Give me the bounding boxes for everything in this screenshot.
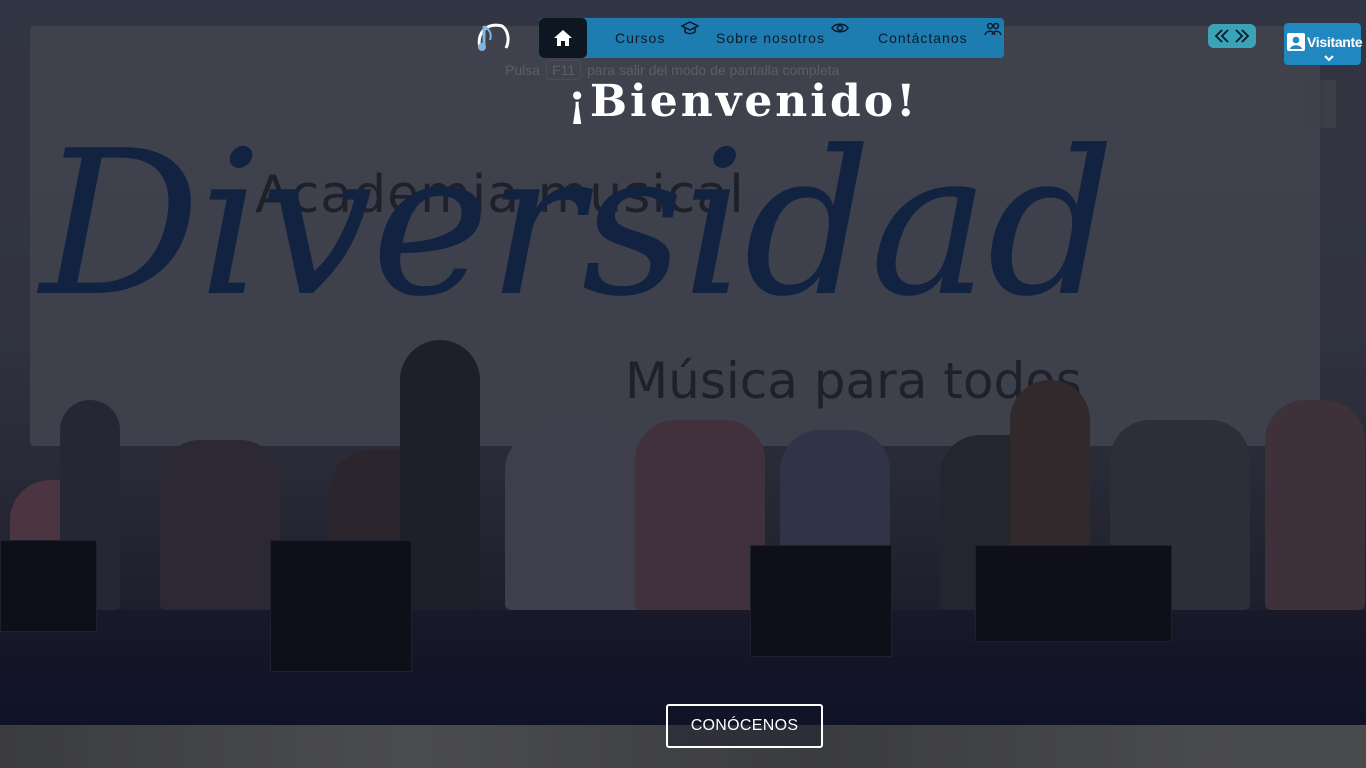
nav-item-contactanos[interactable]: Contáctanos: [878, 18, 968, 58]
user-menu-panel: [1290, 80, 1336, 128]
conocenos-button[interactable]: CONÓCENOS: [666, 704, 823, 748]
nav-item-label: Cursos: [615, 30, 666, 46]
users-icon: [984, 21, 1002, 42]
nav-item-label: Sobre nosotros: [716, 30, 825, 46]
nav-item-sobre-nosotros[interactable]: Sobre nosotros: [716, 18, 825, 58]
nav-home-button[interactable]: [539, 18, 587, 58]
user-menu-button[interactable]: Visitante: [1284, 23, 1363, 65]
graduation-cap-icon: [680, 21, 700, 40]
user-icon: [1287, 33, 1305, 51]
nav-item-cursos[interactable]: Cursos: [615, 18, 665, 58]
site-logo[interactable]: [472, 18, 512, 58]
nav-item-label: Contáctanos: [878, 30, 968, 46]
eye-icon: [831, 21, 849, 40]
user-menu-label: Visitante: [1307, 34, 1363, 50]
music-note-logo-icon: [477, 23, 510, 51]
home-icon: [554, 30, 572, 46]
double-chevron-icon: [1214, 29, 1250, 43]
main-nav: Cursos Sobre nosotros Contáctanos: [539, 18, 1004, 58]
collapse-toggle-button[interactable]: [1208, 24, 1256, 48]
chevron-down-icon: [1324, 55, 1334, 62]
page-title: ¡Bienvenido!: [567, 76, 919, 127]
